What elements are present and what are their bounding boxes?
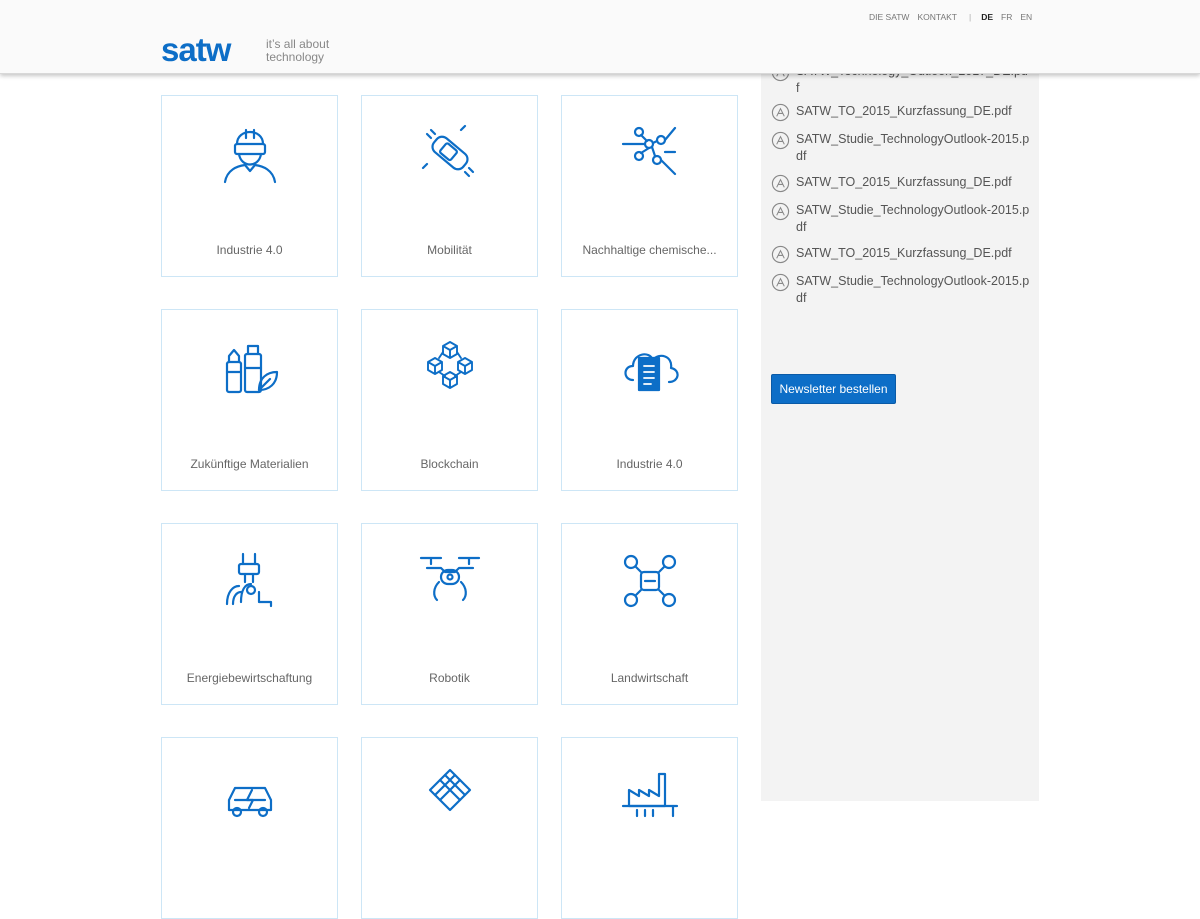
- pdf-label: SATW_Studie_TechnologyOutlook-2015.pdf: [796, 274, 1030, 305]
- cloud-document-icon: [624, 353, 679, 392]
- tile-label: Blockchain: [420, 457, 479, 471]
- tile-industrie-4-0-cloud[interactable]: Industrie 4.0: [561, 309, 738, 491]
- tagline-line: technology: [266, 50, 325, 64]
- site-header: satw it’s all about technology DIE SATW …: [0, 0, 1200, 74]
- tile-robotik[interactable]: Robotik: [361, 523, 538, 705]
- pdf-link[interactable]: SATW_TO_2015_Kurzfassung_DE.pdf: [771, 174, 1031, 193]
- pdf-list: SATW_Technology_Outlook_2017_DE.pdf SATW…: [771, 63, 1031, 316]
- sidebar: SATW_Technology_Outlook_2017_DE.pdf SATW…: [761, 0, 1039, 801]
- molecule-icon: [621, 126, 677, 176]
- tile-label: Robotik: [429, 671, 470, 685]
- vr-worker-icon: [223, 128, 277, 184]
- nav-separator: |: [968, 12, 972, 22]
- factory-icon: [621, 772, 679, 818]
- tile-label: Industrie 4.0: [616, 457, 683, 471]
- pdf-icon: [771, 202, 790, 221]
- pdf-icon: [771, 273, 790, 292]
- tile-label: Zukünftige Materialien: [190, 457, 309, 471]
- bottles-leaf-icon: [225, 344, 279, 394]
- newsletter-button[interactable]: Newsletter bestellen: [771, 374, 896, 404]
- tile-label: Industrie 4.0: [216, 243, 283, 257]
- pdf-link[interactable]: SATW_Studie_TechnologyOutlook-2015.pdf: [771, 202, 1031, 236]
- pdf-label: SATW_TO_2015_Kurzfassung_DE.pdf: [796, 175, 1012, 189]
- pdf-link[interactable]: SATW_Studie_TechnologyOutlook-2015.pdf: [771, 131, 1031, 165]
- tile-label: Mobilität: [427, 243, 472, 257]
- tile-factory[interactable]: [561, 737, 738, 919]
- tile-blockchain[interactable]: Blockchain: [361, 309, 538, 491]
- tile-label: Landwirtschaft: [610, 671, 689, 685]
- tile-mobilitaet[interactable]: Mobilität: [361, 95, 538, 277]
- tile-landwirtschaft[interactable]: Landwirtschaft: [561, 523, 738, 705]
- tile-label: Nachhaltige chemische...: [582, 243, 717, 257]
- tile-energiebewirtschaftung[interactable]: Energiebewirtschaftung: [161, 523, 338, 705]
- tile-industrie-4-0[interactable]: Industrie 4.0: [161, 95, 338, 277]
- lang-de[interactable]: DE: [981, 12, 993, 22]
- car-top-icon: [421, 124, 475, 178]
- lang-en[interactable]: EN: [1020, 12, 1032, 22]
- top-nav: DIE SATW KONTAKT | DE FR EN: [869, 12, 1040, 22]
- pdf-label: SATW_TO_2015_Kurzfassung_DE.pdf: [796, 246, 1012, 260]
- nav-link-die-satw[interactable]: DIE SATW: [869, 12, 909, 22]
- lang-fr[interactable]: FR: [1001, 12, 1012, 22]
- pdf-link[interactable]: SATW_Studie_TechnologyOutlook-2015.pdf: [771, 273, 1031, 307]
- tile-label: Energiebewirtschaftung: [186, 671, 313, 685]
- logo[interactable]: satw: [161, 33, 231, 67]
- tile-textile[interactable]: [361, 737, 538, 919]
- quadcopter-icon: [623, 554, 677, 608]
- tile-electric-car[interactable]: [161, 737, 338, 919]
- pdf-label: SATW_TO_2015_Kurzfassung_DE.pdf: [796, 104, 1012, 118]
- pdf-label: SATW_Studie_TechnologyOutlook-2015.pdf: [796, 132, 1030, 163]
- blockchain-icon: [427, 341, 473, 389]
- drone-icon: [419, 556, 481, 602]
- tile-zukuenftige-materialien[interactable]: Zukünftige Materialien: [161, 309, 338, 491]
- textile-knot-icon: [428, 768, 472, 812]
- pdf-icon: [771, 131, 790, 150]
- tile-nachhaltige-chemische[interactable]: Nachhaltige chemische...: [561, 95, 738, 277]
- pdf-link[interactable]: SATW_TO_2015_Kurzfassung_DE.pdf: [771, 103, 1031, 122]
- pdf-icon: [771, 174, 790, 193]
- electric-car-icon: [227, 786, 273, 818]
- plug-icon: [225, 552, 273, 608]
- pdf-label: SATW_Studie_TechnologyOutlook-2015.pdf: [796, 203, 1030, 234]
- pdf-link[interactable]: SATW_TO_2015_Kurzfassung_DE.pdf: [771, 245, 1031, 264]
- pdf-icon: [771, 103, 790, 122]
- nav-link-kontakt[interactable]: KONTAKT: [917, 12, 957, 22]
- pdf-icon: [771, 245, 790, 264]
- tagline: it’s all about technology: [266, 38, 329, 64]
